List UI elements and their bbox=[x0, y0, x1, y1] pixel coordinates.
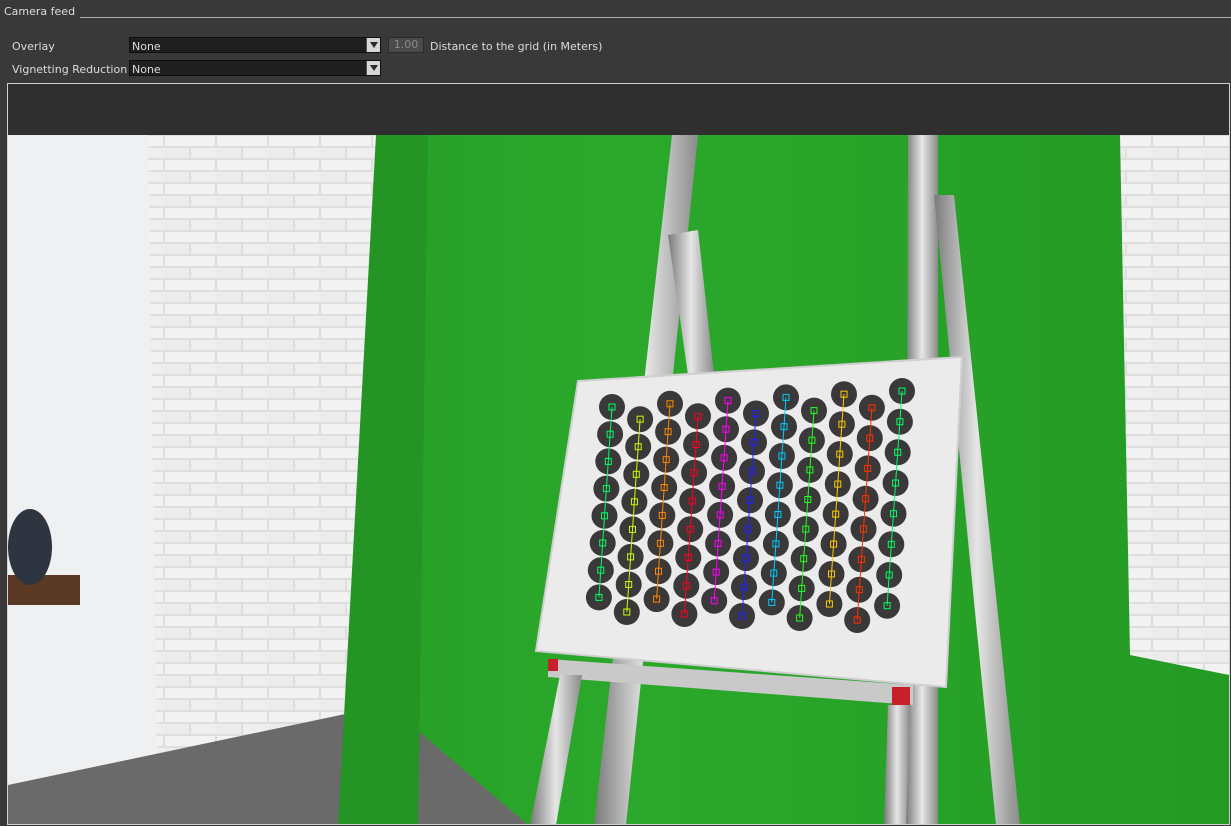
chevron-down-icon[interactable] bbox=[366, 38, 380, 52]
distance-input[interactable]: 1.00 bbox=[388, 37, 424, 53]
camera-feed-panel: Camera feed Overlay None 1.00 Distance t… bbox=[0, 0, 1231, 826]
calibration-dot bbox=[758, 589, 785, 616]
overlay-label: Overlay bbox=[12, 40, 55, 53]
easel-front-leg-right bbox=[884, 705, 910, 824]
camera-viewport[interactable] bbox=[7, 83, 1230, 825]
right-brick-wall bbox=[1120, 135, 1229, 675]
distance-label: Distance to the grid (in Meters) bbox=[430, 40, 603, 53]
group-divider bbox=[80, 17, 1231, 18]
calibration-dot bbox=[585, 584, 612, 611]
vignetting-row: Vignetting Reduction None bbox=[0, 60, 1231, 78]
vignetting-label: Vignetting Reduction bbox=[12, 63, 128, 76]
tray-cap-left bbox=[548, 659, 558, 671]
overlay-select-value: None bbox=[132, 40, 161, 53]
overlay-select[interactable]: None bbox=[129, 37, 381, 53]
camera-feed-scene bbox=[8, 135, 1229, 824]
left-window-wall bbox=[8, 135, 158, 824]
calibration-dots bbox=[585, 378, 915, 633]
camera-feed-image bbox=[8, 135, 1229, 824]
overlay-row: Overlay None 1.00 Distance to the grid (… bbox=[0, 37, 1231, 55]
vignetting-select[interactable]: None bbox=[129, 60, 381, 76]
vignetting-select-value: None bbox=[132, 63, 161, 76]
chevron-down-icon[interactable] bbox=[366, 61, 380, 75]
group-title: Camera feed bbox=[4, 5, 76, 18]
tray-cap-right bbox=[892, 687, 910, 705]
camera-feed-group-header: Camera feed bbox=[0, 0, 1231, 22]
helmet-object bbox=[8, 509, 52, 585]
